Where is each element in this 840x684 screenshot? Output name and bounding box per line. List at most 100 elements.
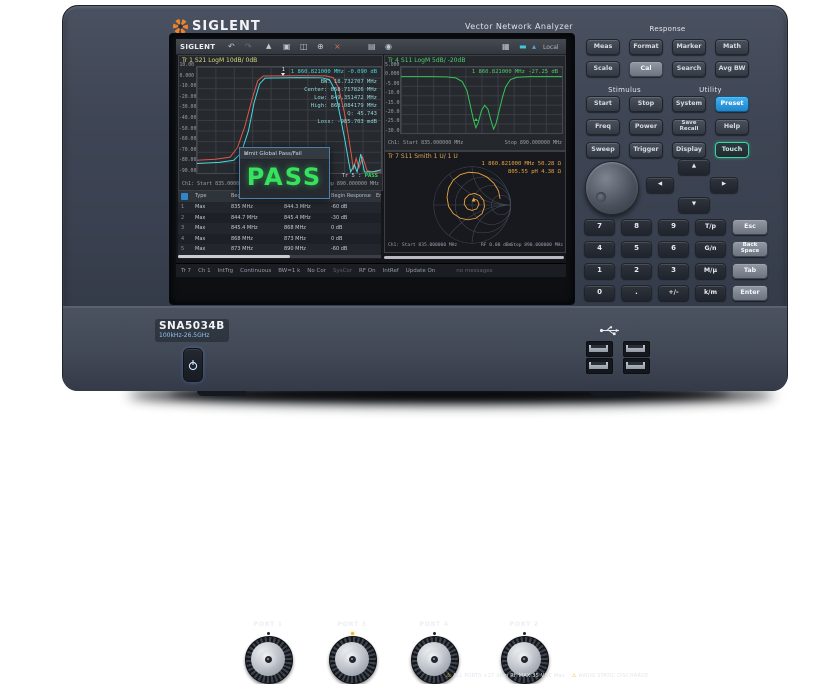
- start-button[interactable]: Start: [586, 96, 620, 112]
- power-button[interactable]: [183, 348, 203, 382]
- limit-table: Type Begin Stimulus End Stimulus Begin R…: [178, 191, 381, 259]
- display-button[interactable]: Display: [672, 142, 706, 158]
- arrow-left-button[interactable]: ◀: [646, 177, 674, 193]
- cal-button[interactable]: Cal: [629, 61, 663, 77]
- avg-bw-button[interactable]: Avg BW: [715, 61, 749, 77]
- table-select-chip[interactable]: [181, 193, 188, 200]
- scale-button[interactable]: Scale: [586, 61, 620, 77]
- limit-row-2[interactable]: 2 Max 844.7 MHz 845.4 MHz -30 dB: [178, 213, 381, 224]
- stop-button[interactable]: Stop: [629, 96, 663, 112]
- siglent-logo-icon: [173, 19, 188, 34]
- key-mega-micro[interactable]: M/µ: [695, 263, 726, 279]
- key-plus-minus[interactable]: +/-: [658, 285, 689, 301]
- rotary-knob[interactable]: [585, 161, 639, 215]
- search-button[interactable]: Search: [672, 61, 706, 77]
- y-tick: 0.000: [179, 74, 194, 79]
- marker-add-icon[interactable]: ⊕: [317, 42, 324, 51]
- limit-row-1[interactable]: 1 Max 835 MHz 844.3 MHz -60 dB: [178, 202, 381, 213]
- marker-1-indicator[interactable]: [474, 118, 478, 121]
- preset-button[interactable]: Preset: [715, 96, 749, 112]
- s21-marker-readout: 1 860.821000 MHz -0.090 dB: [291, 69, 377, 75]
- limit-row-4[interactable]: 4 Max 868 MHz 873 MHz 0 dB: [178, 234, 381, 245]
- section-utility: Utility: [672, 86, 749, 94]
- sweep-button[interactable]: Sweep: [586, 142, 620, 158]
- key-dot[interactable]: .: [621, 285, 652, 301]
- dialog-titlebar[interactable]: Limit Global Pass/Fail ✕: [240, 148, 329, 160]
- key-1[interactable]: 1: [584, 263, 615, 279]
- key-giga-nano[interactable]: G/n: [695, 241, 726, 257]
- key-7[interactable]: 7: [584, 219, 615, 235]
- frequency-range: 100kHz-26.5GHz: [159, 332, 225, 340]
- freq-button[interactable]: Freq: [586, 119, 620, 135]
- app-menu-button[interactable]: SIGLENT: [180, 43, 215, 51]
- y-tick: 5.000: [385, 63, 398, 68]
- key-8[interactable]: 8: [621, 219, 652, 235]
- arrow-down-button[interactable]: ▼: [678, 197, 710, 213]
- ch1-start-label: Ch1: Start 835.000000 MHz: [388, 140, 463, 146]
- status-correction: No Cor: [307, 268, 326, 274]
- screen-toolbar: SIGLENT ↶ ↷ ▲ ▣ ◫ ⊕ × ▤ ◉ ▦ ▬ ▴ Local: [176, 39, 566, 55]
- format-button[interactable]: Format: [629, 39, 663, 55]
- smith-marker-readout-2: 805.55 pH 4.38 Ω: [508, 169, 561, 175]
- arrow-right-button[interactable]: ▶: [710, 177, 738, 193]
- y-tick: 10.00: [179, 63, 194, 68]
- trigger-button[interactable]: Trigger: [629, 142, 663, 158]
- math-button[interactable]: Math: [715, 39, 749, 55]
- right-pane-scrollbar[interactable]: [384, 256, 564, 259]
- y-tick: -5.00: [385, 82, 398, 87]
- y-tick: -10.00: [385, 91, 398, 96]
- key-5[interactable]: 5: [621, 241, 652, 257]
- port2-led: [523, 632, 526, 635]
- redo-icon[interactable]: ↷: [245, 42, 252, 51]
- marker-1-indicator[interactable]: 1: [280, 68, 287, 76]
- arrow-up-button[interactable]: ▲: [678, 159, 710, 175]
- key-2[interactable]: 2: [621, 263, 652, 279]
- help-button[interactable]: Help: [715, 119, 749, 135]
- save-recall-button[interactable]: Save Recall: [672, 119, 706, 135]
- system-button[interactable]: System: [672, 96, 706, 112]
- key-4[interactable]: 4: [584, 241, 615, 257]
- usb-port: [586, 341, 613, 357]
- col-begin-response: Begin Response: [331, 191, 375, 202]
- key-kilo-milli[interactable]: k/m: [695, 285, 726, 301]
- marker-delete-icon[interactable]: ×: [334, 42, 341, 51]
- backspace-key[interactable]: Back Space: [732, 241, 768, 257]
- port1-label: PORT 1: [238, 620, 298, 628]
- undo-icon[interactable]: ↶: [228, 42, 235, 51]
- y-tick: -40.00: [179, 116, 194, 121]
- print-icon[interactable]: ▤: [368, 42, 376, 51]
- usb-port: [623, 358, 650, 374]
- meas-button[interactable]: Meas: [586, 39, 620, 55]
- close-icon[interactable]: ✕: [244, 151, 326, 157]
- y-tick: -30.00: [385, 129, 398, 134]
- key-6[interactable]: 6: [658, 241, 689, 257]
- warning-icon: ⚠: [446, 673, 451, 679]
- table-hscroll-thumb[interactable]: [178, 255, 290, 258]
- zoom-window-icon[interactable]: ▣: [283, 42, 291, 51]
- key-tera-pico[interactable]: T/p: [695, 219, 726, 235]
- split-view-icon[interactable]: ◫: [300, 42, 308, 51]
- status-rf: RF On: [359, 268, 376, 274]
- tab-key[interactable]: Tab: [732, 263, 768, 279]
- key-3[interactable]: 3: [658, 263, 689, 279]
- usb-icon: [599, 325, 623, 336]
- limit-pass-dialog: Limit Global Pass/Fail ✕ PASS: [239, 147, 330, 199]
- section-stimulus: Stimulus: [586, 86, 663, 94]
- marker-search-icon[interactable]: ▲: [266, 42, 271, 51]
- touch-button[interactable]: Touch: [715, 142, 749, 158]
- limit-row-5[interactable]: 5 Max 873 MHz 890 MHz -60 dB: [178, 244, 381, 255]
- key-9[interactable]: 9: [658, 219, 689, 235]
- limit-row-3[interactable]: 3 Max 845.4 MHz 868 MHz 0 dB: [178, 223, 381, 234]
- marker-button[interactable]: Marker: [672, 39, 706, 55]
- key-0[interactable]: 0: [584, 285, 615, 301]
- esc-key[interactable]: Esc: [732, 219, 768, 235]
- enter-key[interactable]: Enter: [732, 285, 768, 301]
- smith-start-label: Ch1: Start 835.000000 MHz: [388, 243, 457, 248]
- layout-icon[interactable]: ▦: [502, 42, 510, 51]
- warning-icon: ⚠: [572, 673, 577, 679]
- power-button[interactable]: Power: [629, 119, 663, 135]
- table-hscrollbar[interactable]: [178, 255, 381, 258]
- screenshot-icon[interactable]: ◉: [385, 42, 392, 51]
- smith-power-label: RF 0.00 dBm: [481, 243, 511, 248]
- status-channel: Ch 1: [198, 268, 211, 274]
